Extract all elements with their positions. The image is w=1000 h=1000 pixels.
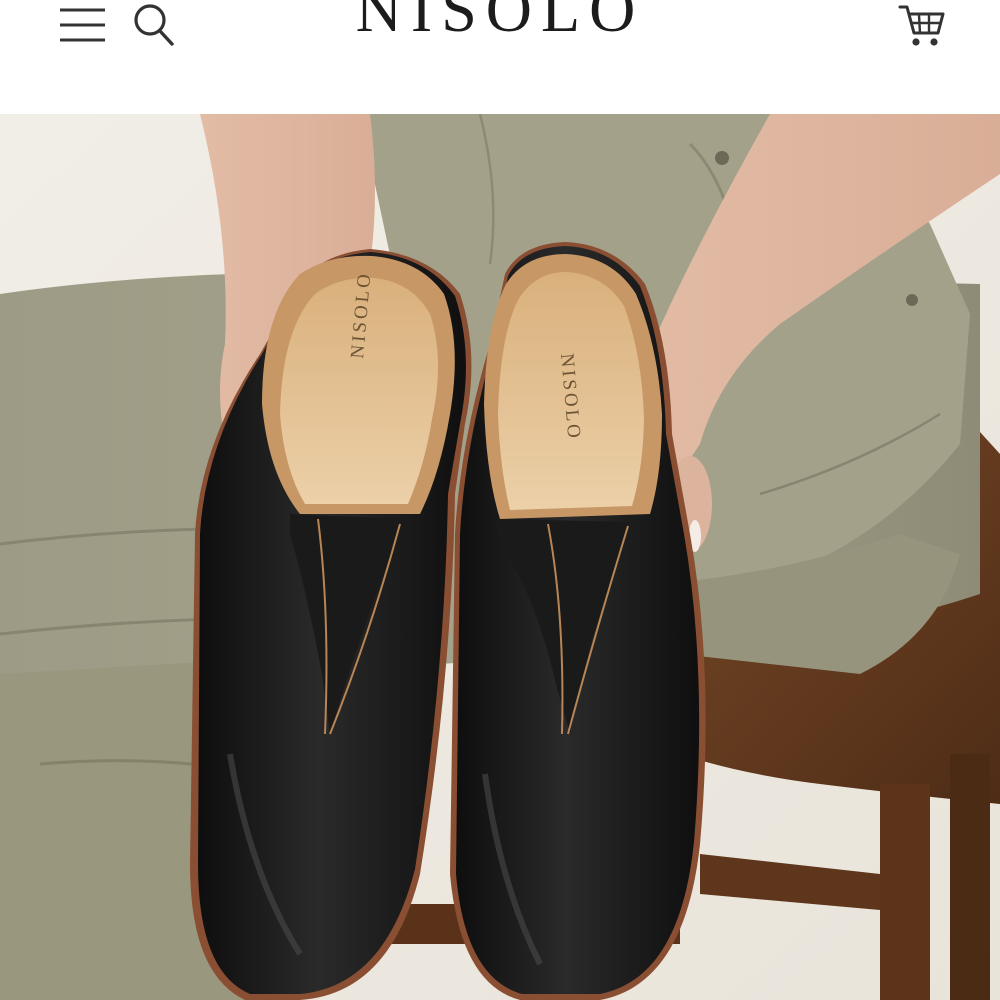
cart-button[interactable] <box>892 0 950 52</box>
hero-product-image: NISOLO NISOLO <box>0 114 1000 1000</box>
search-button[interactable] <box>128 0 178 50</box>
shoes-illustration: NISOLO NISOLO <box>0 114 1000 1000</box>
shopping-cart-icon <box>898 5 945 46</box>
site-header: NISOLO <box>0 0 1000 114</box>
search-icon <box>134 4 174 46</box>
brand-logo[interactable]: NISOLO <box>330 0 670 42</box>
hamburger-menu-icon <box>60 8 105 42</box>
menu-button[interactable] <box>52 0 108 46</box>
